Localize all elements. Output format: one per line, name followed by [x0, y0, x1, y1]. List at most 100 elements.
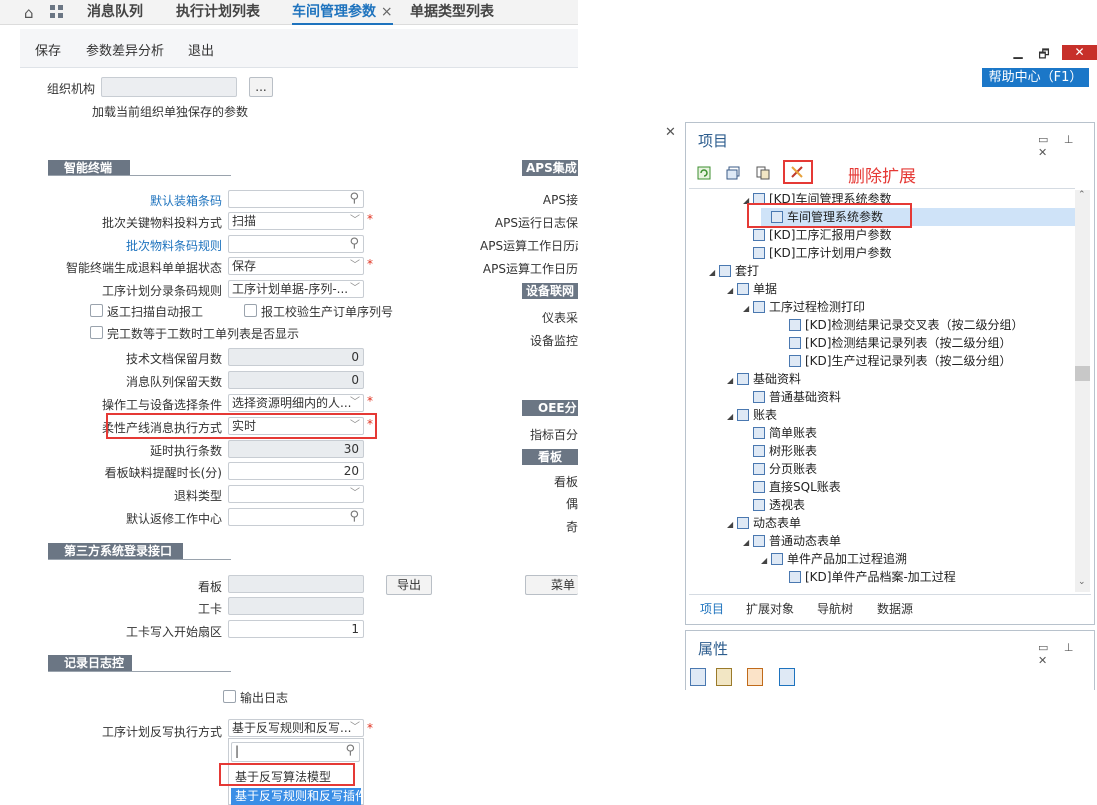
- help-icon[interactable]: [779, 668, 795, 686]
- output-log-checkbox[interactable]: [223, 690, 236, 703]
- delete-extension-label: 删除扩展: [848, 167, 916, 187]
- minimize-icon[interactable]: ▁: [1010, 45, 1026, 60]
- search-icon[interactable]: ⚲: [349, 191, 359, 207]
- number-field[interactable]: 0: [228, 348, 364, 366]
- search-input[interactable]: ⚲: [228, 190, 364, 208]
- scroll-up-icon[interactable]: ⌃: [1078, 190, 1086, 200]
- org-field[interactable]: [101, 77, 237, 97]
- field-label: 操作工与设备选择条件: [101, 398, 222, 412]
- panel-controls[interactable]: ▭ ⊥ ✕: [1038, 641, 1097, 667]
- field-label: 技术文档保留月数: [125, 352, 222, 366]
- scroll-down-icon[interactable]: ⌄: [1078, 577, 1086, 587]
- rework-auto-report-checkbox[interactable]: [90, 304, 103, 317]
- search-icon[interactable]: ⚲: [349, 236, 359, 252]
- diff-analysis-button[interactable]: 参数差异分析: [86, 40, 164, 59]
- tree-item[interactable]: 普通基础资料: [743, 388, 841, 406]
- search-input[interactable]: ⚲: [228, 508, 364, 526]
- expand-arrow-icon[interactable]: ◢: [743, 534, 753, 552]
- tree-item-label: 分页账表: [769, 462, 818, 476]
- help-center-button[interactable]: 帮助中心（F1）: [982, 68, 1089, 87]
- tab-extension-objects[interactable]: 扩展对象: [746, 600, 794, 617]
- tree-item[interactable]: [KD]工序计划用户参数: [743, 244, 891, 262]
- expand-arrow-icon[interactable]: ◢: [761, 552, 771, 570]
- menu-button[interactable]: 菜单: [525, 575, 578, 595]
- tree-item[interactable]: ◢ 普通动态表单: [743, 532, 841, 550]
- restore-icon[interactable]: 🗗: [1036, 45, 1052, 61]
- tree-scrollbar[interactable]: [1075, 190, 1090, 592]
- field-value: 保存: [232, 259, 257, 273]
- expand-arrow-icon[interactable]: ◢: [727, 408, 737, 426]
- export-button[interactable]: 导出: [386, 575, 432, 595]
- tree-item[interactable]: 简单账表: [743, 424, 817, 442]
- show-completed-checkbox[interactable]: [90, 326, 103, 339]
- select-field[interactable]: ﹀: [228, 485, 364, 503]
- expand-arrow-icon[interactable]: ◢: [743, 300, 753, 318]
- tab-execution-plan[interactable]: 执行计划列表: [176, 0, 260, 24]
- tab-workshop-params[interactable]: 车间管理参数 ×: [292, 0, 393, 25]
- expand-arrow-icon[interactable]: ◢: [727, 282, 737, 300]
- expand-arrow-icon[interactable]: ◢: [727, 372, 737, 390]
- select-field[interactable]: 选择资源明细内的人... ﹀: [228, 394, 364, 412]
- close-window-button[interactable]: ✕: [1062, 45, 1097, 60]
- home-icon[interactable]: ⌂: [24, 4, 34, 22]
- number-field[interactable]: 30: [228, 440, 364, 458]
- scrollbar-thumb[interactable]: [1075, 366, 1090, 381]
- tree-item[interactable]: [KD]工序汇报用户参数: [743, 226, 891, 244]
- tab-datasource[interactable]: 数据源: [877, 600, 913, 617]
- tree-item[interactable]: [KD]检测结果记录列表（按二级分组）: [779, 334, 1011, 352]
- close-icon[interactable]: ✕: [665, 125, 676, 140]
- tree-item[interactable]: ◢ 单据: [727, 280, 777, 298]
- tree-item[interactable]: ◢ 基础资料: [727, 370, 801, 388]
- select-field[interactable]: 扫描 ﹀: [228, 212, 364, 230]
- serial-check-checkbox[interactable]: [244, 304, 257, 317]
- tree-item[interactable]: 树形账表: [743, 442, 817, 460]
- save-button[interactable]: 保存: [35, 40, 61, 59]
- tab-doc-types[interactable]: 单据类型列表: [410, 0, 494, 24]
- field-label: 默认返修工作中心: [125, 512, 222, 526]
- tab-project[interactable]: 项目: [700, 600, 724, 617]
- refresh-icon[interactable]: [697, 166, 711, 180]
- search-input[interactable]: ⚲: [228, 235, 364, 253]
- tree-item[interactable]: [KD]单件产品档案-加工过程: [779, 568, 956, 586]
- tab-message-queue[interactable]: 消息队列: [87, 0, 143, 24]
- board-field[interactable]: [228, 575, 364, 593]
- exit-button[interactable]: 退出: [188, 40, 214, 59]
- option-algorithm-model[interactable]: 基于反写算法模型: [235, 768, 331, 785]
- number-field[interactable]: 0: [228, 371, 364, 389]
- tree-item[interactable]: [KD]检测结果记录交叉表（按二级分组）: [779, 316, 1023, 334]
- tree-item[interactable]: ◢ 账表: [727, 406, 777, 424]
- expand-arrow-icon[interactable]: ◢: [709, 264, 719, 282]
- tree-item[interactable]: [KD]生产过程记录列表（按二级分组）: [779, 352, 1011, 370]
- select-field[interactable]: 保存 ﹀: [228, 257, 364, 275]
- search-icon[interactable]: ⚲: [349, 509, 359, 525]
- tree-item[interactable]: ◢ 动态表单: [727, 514, 801, 532]
- field-label[interactable]: 默认装箱条码: [60, 192, 222, 209]
- tree-item[interactable]: 直接SQL账表: [743, 478, 841, 496]
- close-icon[interactable]: ×: [381, 4, 393, 20]
- apps-icon[interactable]: [50, 5, 64, 19]
- expand-arrow-icon[interactable]: ◢: [727, 516, 737, 534]
- org-browse-button[interactable]: ...: [249, 77, 273, 97]
- number-field[interactable]: 20: [228, 462, 364, 480]
- card-field[interactable]: [228, 597, 364, 615]
- window-icon[interactable]: [726, 166, 740, 180]
- tree-item[interactable]: ◢ 单件产品加工过程追溯: [761, 550, 907, 568]
- sort-category-icon[interactable]: [690, 668, 706, 686]
- sector-field[interactable]: 1: [228, 620, 364, 638]
- tree-item[interactable]: ◢ 工序过程检测打印: [743, 298, 865, 316]
- edit-icon[interactable]: [747, 668, 763, 686]
- tree-item[interactable]: 透视表: [743, 496, 805, 514]
- panel-controls[interactable]: ▭ ⊥ ✕: [1038, 133, 1097, 159]
- option-rule-plugin[interactable]: 基于反写规则和反写插件: [231, 788, 361, 805]
- form-icon: [737, 517, 749, 529]
- select-field[interactable]: 工序计划单据-序列-... ﹀: [228, 280, 364, 298]
- dropdown-search-input[interactable]: | ⚲: [231, 742, 360, 762]
- delete-extension-icon[interactable]: [790, 165, 806, 179]
- field-label[interactable]: 批次物料条码规则: [60, 237, 222, 254]
- tab-nav-tree[interactable]: 导航树: [817, 600, 853, 617]
- writeback-select[interactable]: 基于反写规则和反写... ﹀: [228, 719, 364, 737]
- tree-item[interactable]: 分页账表: [743, 460, 817, 478]
- copy-icon[interactable]: [756, 166, 770, 180]
- sort-alpha-icon[interactable]: [716, 668, 732, 686]
- tree-item[interactable]: ◢ 套打: [709, 262, 759, 280]
